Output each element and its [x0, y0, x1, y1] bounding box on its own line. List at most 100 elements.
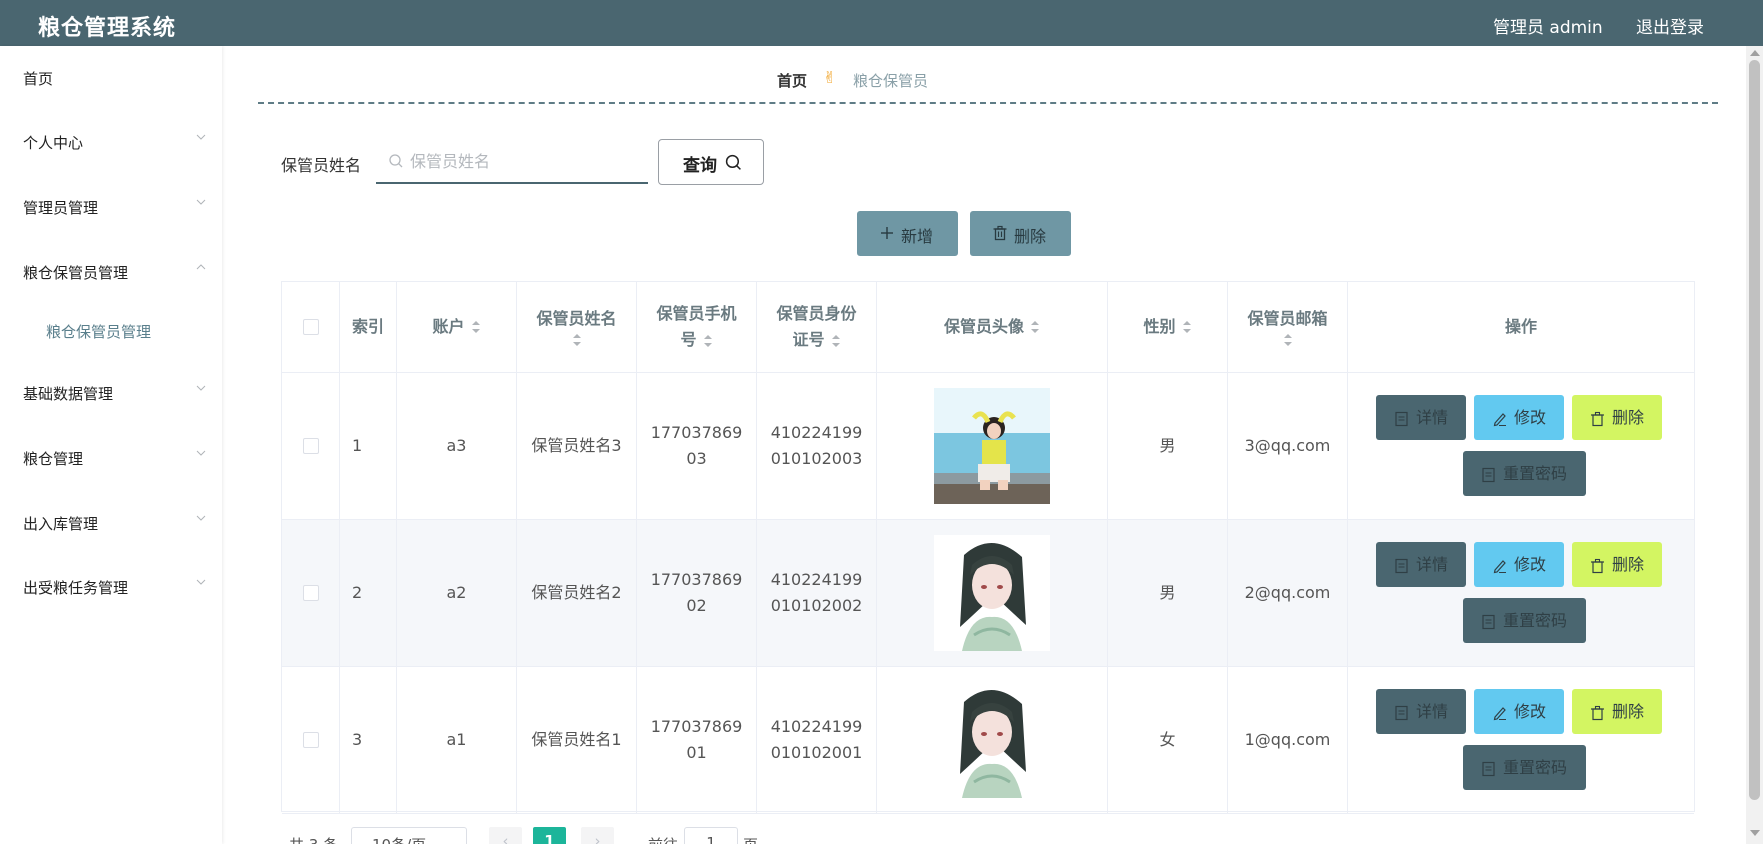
document-icon — [1394, 409, 1409, 427]
header-name[interactable]: 保管员姓名 — [517, 282, 637, 372]
avatar-image[interactable] — [934, 388, 1050, 504]
breadcrumb: 首页 ✌ 粮仓保管员 — [258, 58, 1718, 104]
scroll-up-arrow-icon[interactable] — [1750, 50, 1760, 56]
row-select-cell — [282, 373, 340, 519]
sidebar-item-label: 出受粮任务管理 — [23, 579, 129, 597]
detail-button[interactable]: 详情 — [1376, 395, 1466, 440]
plus-icon — [879, 225, 895, 241]
sidebar-item-tasks[interactable]: 出受粮任务管理 — [0, 567, 222, 607]
sidebar-item-label: 粮仓保管员管理 — [23, 264, 129, 282]
cell-name: 保管员姓名3 — [517, 373, 637, 519]
search-icon — [725, 154, 742, 171]
goto-label: 前往 — [648, 834, 678, 844]
select-all-checkbox[interactable] — [302, 319, 319, 335]
page-number-current[interactable]: 1 — [533, 827, 566, 844]
document-icon — [1481, 612, 1496, 630]
header-avatar[interactable]: 保管员头像 — [877, 282, 1108, 372]
sidebar-subitem-keepers[interactable]: 粮仓保管员管理 — [0, 311, 222, 351]
cell-ops: 详情 修改 删除 重置密码 — [1348, 520, 1694, 666]
edit-button[interactable]: 修改 — [1474, 689, 1564, 734]
trash-icon — [1590, 409, 1605, 427]
sidebar-item-basic-data[interactable]: 基础数据管理 — [0, 373, 222, 413]
sidebar-item-profile[interactable]: 个人中心 — [0, 122, 222, 162]
pagination: 共 3 条 10条/页 ‹ 1 › 前往 1 页 — [281, 826, 881, 844]
cell-ops: 详情 修改 删除 重置密码 — [1348, 667, 1694, 813]
sort-icon[interactable] — [572, 332, 582, 348]
edit-button[interactable]: 修改 — [1474, 542, 1564, 587]
chevron-down-icon — [196, 132, 206, 142]
cell-email: 1@qq.com — [1228, 667, 1348, 813]
cell-ops: 详情 修改 删除 重置密码 — [1348, 373, 1694, 519]
reset-password-button[interactable]: 重置密码 — [1463, 451, 1586, 496]
reset-password-button[interactable]: 重置密码 — [1463, 745, 1586, 790]
sidebar-item-admins[interactable]: 管理员管理 — [0, 187, 222, 227]
sidebar-item-home[interactable]: 首页 — [0, 58, 222, 98]
add-button-label: 新增 — [901, 227, 934, 246]
edit-button[interactable]: 修改 — [1474, 395, 1564, 440]
reset-password-button-label: 重置密码 — [1503, 464, 1568, 483]
sidebar-item-label: 基础数据管理 — [23, 385, 114, 403]
chevron-down-icon — [196, 448, 206, 458]
avatar-image[interactable] — [934, 682, 1050, 798]
detail-button-label: 详情 — [1416, 408, 1449, 427]
search-label: 保管员姓名 — [281, 156, 362, 175]
header-index-label: 索引 — [351, 317, 384, 336]
page-scrollbar[interactable] — [1746, 46, 1763, 844]
header-ops: 操作 — [1348, 282, 1694, 372]
detail-button[interactable]: 详情 — [1376, 689, 1466, 734]
cell-name: 保管员姓名2 — [517, 520, 637, 666]
row-actions: 详情 修改 删除 重置密码 — [1348, 667, 1694, 813]
query-button[interactable]: 查询 — [658, 139, 764, 185]
sort-icon[interactable] — [471, 319, 481, 335]
sort-icon[interactable] — [1030, 319, 1040, 335]
page-size-select[interactable]: 10条/页 — [351, 827, 467, 844]
delete-button[interactable]: 删除 — [1572, 689, 1662, 734]
chevron-down-icon — [196, 197, 206, 207]
header-account[interactable]: 账户 — [397, 282, 517, 372]
goto-page-input[interactable]: 1 — [684, 827, 738, 844]
table-header: 索引 账户 保管员姓名 保管员手机号 保管员身份证号 保管员头像 性别 保管员邮… — [282, 282, 1694, 373]
sidebar-item-inout[interactable]: 出入库管理 — [0, 503, 222, 543]
delete-button[interactable]: 删除 — [1572, 542, 1662, 587]
logout-link[interactable]: 退出登录 — [1636, 13, 1704, 38]
sort-icon[interactable] — [703, 333, 713, 349]
sort-icon[interactable] — [1283, 332, 1293, 348]
add-button[interactable]: 新增 — [857, 211, 958, 256]
avatar-image[interactable] — [934, 535, 1050, 651]
pencil-icon — [1492, 556, 1507, 574]
cell-gender: 女 — [1108, 667, 1228, 813]
row-select-cell — [282, 520, 340, 666]
sidebar-item-label: 粮仓管理 — [23, 450, 84, 468]
cell-email: 2@qq.com — [1228, 520, 1348, 666]
header-email[interactable]: 保管员邮箱 — [1228, 282, 1348, 372]
breadcrumb-home[interactable]: 首页 — [777, 70, 807, 91]
edit-button-label: 修改 — [1514, 555, 1547, 574]
header-phone[interactable]: 保管员手机号 — [637, 282, 757, 372]
detail-button[interactable]: 详情 — [1376, 542, 1466, 587]
prev-page-button[interactable]: ‹ — [489, 827, 522, 844]
scroll-down-arrow-icon[interactable] — [1750, 830, 1760, 836]
row-checkbox[interactable] — [302, 732, 319, 748]
header-idcard[interactable]: 保管员身份证号 — [757, 282, 877, 372]
delete-button[interactable]: 删除 — [1572, 395, 1662, 440]
reset-password-button-label: 重置密码 — [1503, 758, 1568, 777]
sidebar-item-keepers[interactable]: 粮仓保管员管理 — [0, 252, 222, 292]
header-gender[interactable]: 性别 — [1108, 282, 1228, 372]
header-select-all-cell — [282, 282, 340, 372]
sort-icon[interactable] — [1182, 319, 1192, 335]
row-checkbox[interactable] — [302, 585, 319, 601]
sort-icon[interactable] — [831, 333, 841, 349]
keepers-table: 索引 账户 保管员姓名 保管员手机号 保管员身份证号 保管员头像 性别 保管员邮… — [281, 281, 1695, 814]
sidebar-item-granary[interactable]: 粮仓管理 — [0, 438, 222, 478]
bulk-delete-button[interactable]: 删除 — [970, 211, 1071, 256]
header-idcard-text: 保管员身份证号 — [776, 304, 857, 349]
row-checkbox[interactable] — [302, 438, 319, 454]
next-page-button[interactable]: › — [581, 827, 614, 844]
search-icon — [388, 153, 404, 169]
scroll-thumb[interactable] — [1749, 60, 1760, 800]
search-input[interactable] — [410, 148, 640, 174]
edit-button-label: 修改 — [1514, 408, 1547, 427]
delete-button-label: 删除 — [1612, 555, 1645, 574]
reset-password-button[interactable]: 重置密码 — [1463, 598, 1586, 643]
delete-button-label: 删除 — [1612, 702, 1645, 721]
